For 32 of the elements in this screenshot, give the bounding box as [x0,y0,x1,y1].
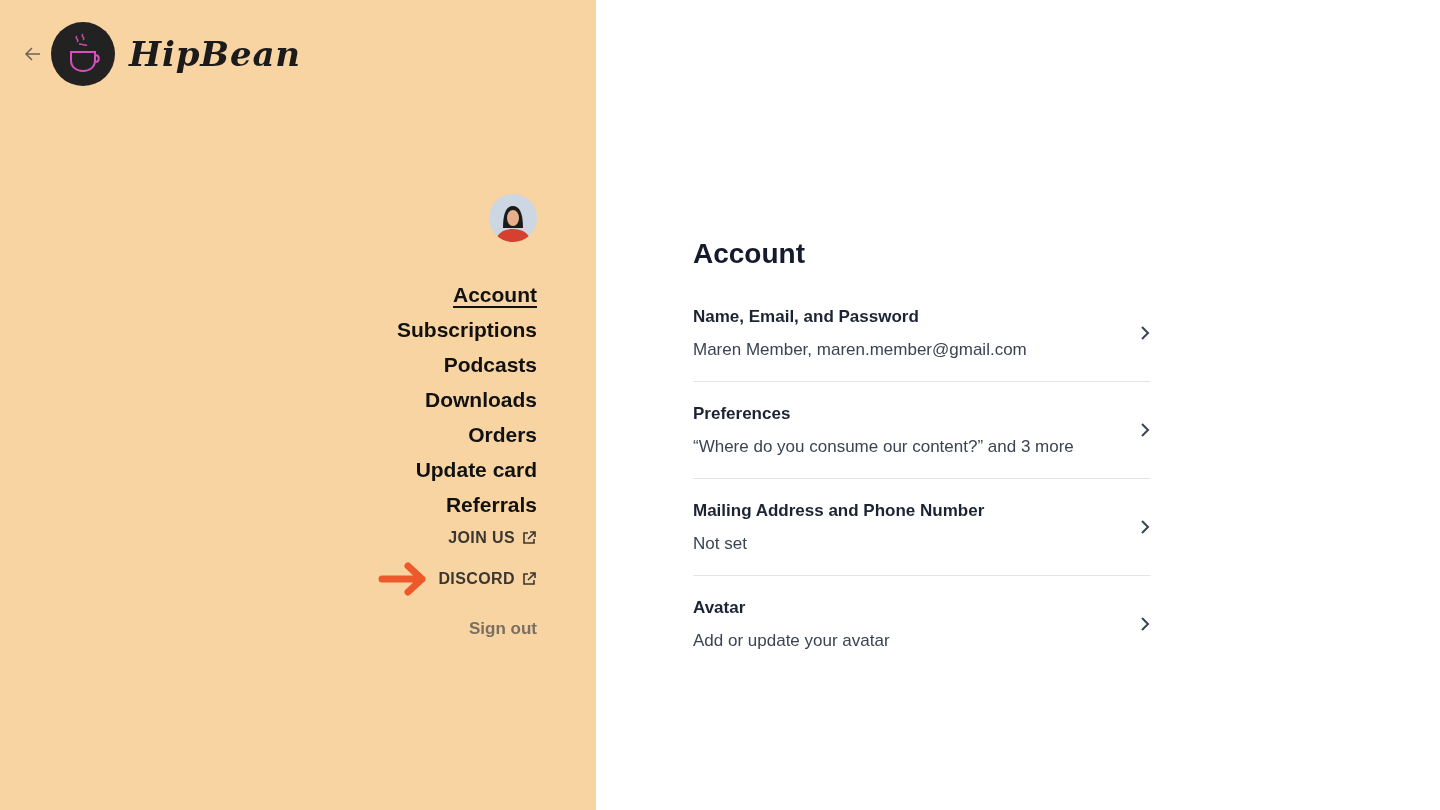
settings-row[interactable]: Avatar Add or update your avatar [693,576,1150,672]
row-title: Mailing Address and Phone Number [693,500,985,522]
settings-row[interactable]: Name, Email, and Password Maren Member, maren.member@gmail.com [693,285,1150,382]
row-value: “Where do you consume our content?” and 3 more [693,435,1074,458]
external-link[interactable]: DISCORD [438,567,537,591]
nav-link[interactable]: Update card [415,457,537,483]
row-title: Avatar [693,597,747,619]
page-title: Account [693,237,806,271]
chevron-right-icon [1140,616,1150,632]
row-title: Preferences [693,403,792,425]
chevron-right-icon [1140,325,1150,341]
row-value: Not set [693,532,748,555]
chevron-right-icon [1140,422,1150,438]
settings-row[interactable]: Preferences “Where do you consume our content?” and 3 more [693,382,1150,479]
back-arrow-icon[interactable] [24,45,42,63]
brand-name: HipBean [129,32,301,76]
row-value: Maren Member, maren.member@gmail.com [693,338,1027,361]
external-link-icon [521,571,537,587]
nav-link[interactable]: Podcasts [443,352,537,378]
nav-link[interactable]: Referrals [445,492,537,518]
external-link-icon [521,530,537,546]
nav-link[interactable]: Subscriptions [396,317,537,343]
user-avatar[interactable] [489,194,537,242]
external-link[interactable]: JOIN US [448,526,537,550]
nav-link[interactable]: Account [453,282,537,308]
nav-link[interactable]: Downloads [425,387,537,413]
chevron-right-icon [1140,519,1150,535]
coffee-cup-logo-icon [51,22,115,86]
row-title: Name, Email, and Password [693,306,920,328]
settings-row[interactable]: Mailing Address and Phone Number Not set [693,479,1150,576]
row-value: Add or update your avatar [693,629,890,652]
nav-link[interactable]: Orders [468,422,537,448]
